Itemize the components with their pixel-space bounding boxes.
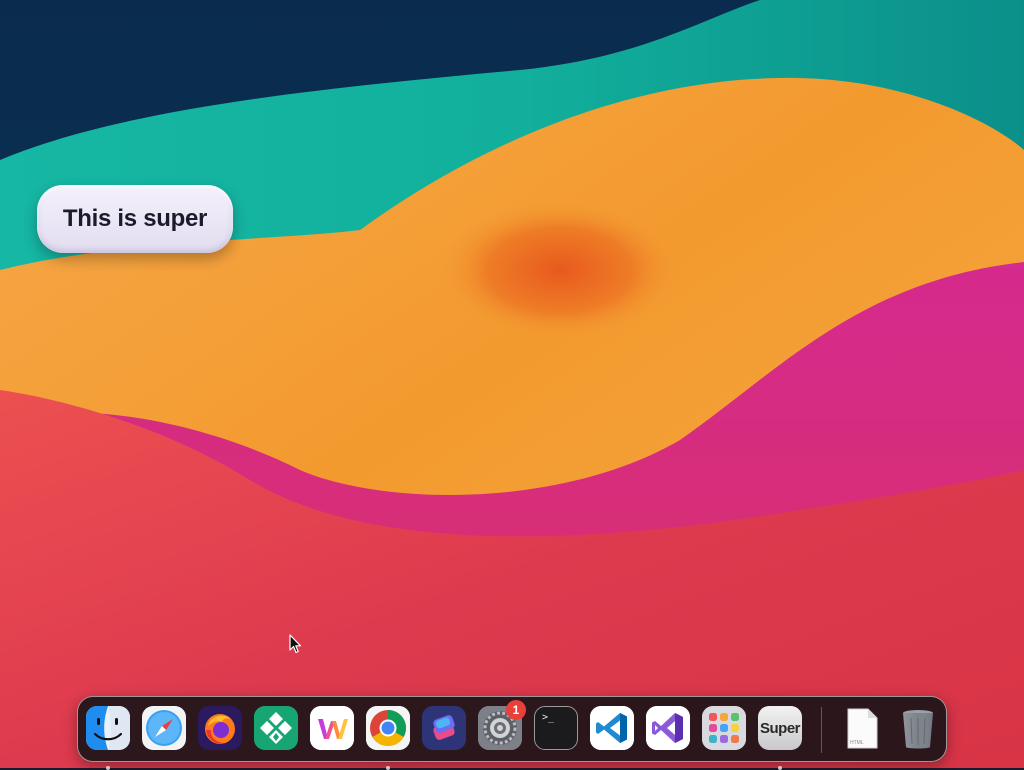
safari-compass-icon (142, 706, 186, 750)
chrome-icon (366, 706, 410, 750)
notification-badge: 1 (506, 700, 526, 720)
colorful-w-icon (310, 706, 354, 750)
dock-item-diamond-app[interactable] (254, 706, 298, 750)
dock-item-safari[interactable] (142, 706, 186, 750)
dock-item-shortcuts[interactable] (422, 706, 466, 750)
dock-item-vscode[interactable] (590, 706, 634, 750)
super-app-label: Super (759, 719, 801, 737)
dock-item-html-document[interactable]: HTML (840, 706, 884, 750)
dock-item-launchpad[interactable] (702, 706, 746, 750)
dock-item-finder[interactable] (86, 706, 130, 770)
this-is-super-pill[interactable]: This is super (37, 185, 233, 253)
dock-item-visual-studio[interactable] (646, 706, 690, 750)
finder-icon (86, 706, 130, 750)
running-indicator (386, 766, 390, 770)
terminal-prompt: >_ (542, 712, 555, 723)
desktop[interactable]: This is super (0, 0, 1024, 768)
dock-item-super[interactable]: Super (758, 706, 802, 770)
dock-item-firefox[interactable] (198, 706, 242, 750)
launchpad-grid-icon (702, 706, 746, 750)
super-app-icon: Super (758, 706, 802, 750)
running-indicator (778, 766, 782, 770)
dock-separator (821, 707, 822, 753)
firefox-icon (198, 706, 242, 750)
visual-studio-icon (646, 706, 690, 750)
shortcuts-icon (422, 706, 466, 750)
dock: 1 >_ Super HTML (77, 696, 947, 770)
pill-label: This is super (62, 205, 208, 232)
dock-item-chrome[interactable] (366, 706, 410, 770)
vscode-icon (590, 706, 634, 750)
wallpaper (0, 0, 1024, 768)
terminal-icon: >_ (534, 706, 578, 750)
html-document-icon: HTML (840, 706, 884, 750)
html-caption: HTML (850, 740, 864, 746)
trash-icon (896, 706, 940, 750)
dock-item-w-app[interactable] (310, 706, 354, 750)
mouse-pointer-icon (289, 634, 302, 654)
green-diamond-grid-icon (254, 706, 298, 750)
dock-item-trash[interactable] (896, 706, 940, 750)
running-indicator (106, 766, 110, 770)
dock-item-system-settings[interactable]: 1 (478, 700, 526, 750)
dock-item-terminal[interactable]: >_ (534, 706, 578, 750)
